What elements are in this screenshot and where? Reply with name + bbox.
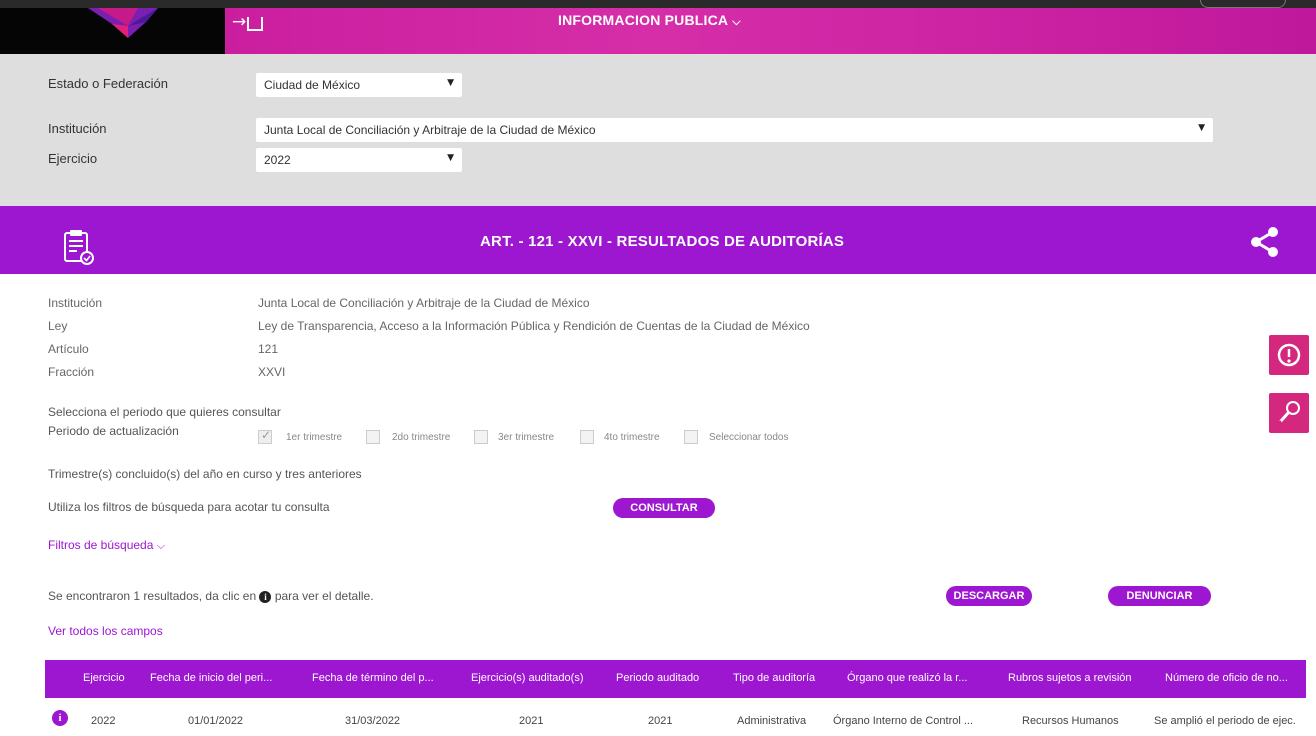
periodo-label: Periodo de actualización (48, 424, 179, 438)
info-ley-label: Ley (48, 319, 68, 333)
info-fraccion-value: XXVI (258, 365, 286, 379)
institucion-select[interactable]: Junta Local de Conciliación y Arbitraje … (256, 118, 1213, 142)
wrench-icon (1278, 401, 1300, 424)
td-fecha-inicio: 01/01/2022 (188, 715, 244, 727)
caret-down-icon: ▼ (447, 78, 454, 88)
th-fecha-termino[interactable]: Fecha de término del p... (312, 672, 434, 684)
consultar-button[interactable]: CONSULTAR (613, 498, 715, 518)
ejercicio-select[interactable]: 2022 ▼ (256, 148, 462, 172)
results-count: Se encontraron 1 resultados, da clic en … (48, 589, 374, 603)
label-4to-trimestre: 4to trimestre (604, 432, 660, 443)
top-pill (1200, 0, 1286, 8)
checkbox-1er-trimestre[interactable]: ✓ (258, 428, 272, 444)
td-rubros: Recursos Humanos (1022, 715, 1119, 727)
periodo-note: Trimestre(s) concluido(s) del año en cur… (48, 467, 362, 481)
th-ejercicios-auditados[interactable]: Ejercicio(s) auditado(s) (471, 672, 583, 684)
filtros-busqueda-label: Filtros de búsqueda (48, 538, 154, 552)
th-rubros[interactable]: Rubros sujetos a revisión (1008, 672, 1132, 684)
table-header: Ejercicio Fecha de inicio del peri... Fe… (45, 660, 1306, 698)
clipboard-icon (64, 230, 94, 265)
estado-label: Estado o Federación (48, 76, 168, 91)
login-icon[interactable]: → (232, 12, 264, 32)
info-institucion-label: Institución (48, 296, 103, 310)
label-2do-trimestre: 2do trimestre (392, 432, 451, 443)
info-articulo-label: Artículo (48, 342, 89, 356)
institucion-select-value: Junta Local de Conciliación y Arbitraje … (264, 123, 596, 137)
info-articulo-value: 121 (258, 342, 279, 356)
td-ejercicios-auditados: 2021 (519, 715, 544, 727)
td-periodo-auditado: 2021 (648, 715, 673, 727)
nav-informacion-publica[interactable]: INFORMACION PUBLICA ⌵ (558, 12, 741, 29)
denunciar-button[interactable]: DENUNCIAR (1108, 586, 1211, 606)
th-organo[interactable]: Órgano que realizó la r... (847, 672, 967, 684)
th-periodo-auditado[interactable]: Periodo auditado (616, 672, 699, 684)
checkbox-3er-trimestre[interactable] (474, 430, 488, 444)
search-hint: Utiliza los filtros de búsqueda para aco… (48, 500, 330, 514)
share-icon[interactable] (1250, 226, 1280, 258)
td-organo: Órgano Interno de Control ... (833, 715, 974, 727)
th-numero-oficio[interactable]: Número de oficio de no... (1165, 672, 1288, 684)
label-seleccionar-todos: Seleccionar todos (709, 432, 789, 443)
results-text-before: Se encontraron 1 resultados, da clic en (48, 589, 257, 603)
section-band: ART. - 121 - XXVI - RESULTADOS DE AUDITO… (0, 206, 1316, 274)
filtros-busqueda-link[interactable]: Filtros de búsqueda ⌵ (48, 538, 165, 553)
label-3er-trimestre: 3er trimestre (498, 432, 555, 443)
descargar-button[interactable]: DESCARGAR (946, 586, 1032, 606)
info-institucion-value: Junta Local de Conciliación y Arbitraje … (258, 296, 590, 310)
td-numero-oficio: Se amplió el periodo de ejec. (1154, 715, 1296, 727)
estado-select-value: Ciudad de México (264, 78, 361, 92)
info-icon: i (259, 590, 272, 603)
logo[interactable] (0, 8, 225, 54)
periodo-instruction: Selecciona el periodo que quieres consul… (48, 405, 281, 419)
checkbox-seleccionar-todos[interactable] (684, 430, 698, 444)
row-info-icon[interactable]: i (52, 710, 68, 726)
caret-down-icon: ▼ (447, 153, 454, 163)
chevron-down-icon: ⌵ (156, 539, 166, 552)
label-1er-trimestre: 1er trimestre (286, 432, 343, 443)
alert-icon (1277, 343, 1301, 367)
th-fecha-inicio[interactable]: Fecha de inicio del peri... (150, 672, 272, 684)
info-fraccion-label: Fracción (48, 365, 95, 379)
th-ejercicio[interactable]: Ejercicio (83, 672, 125, 684)
browser-top-strip (0, 0, 1316, 8)
caret-down-icon: ▼ (1198, 123, 1205, 133)
th-tipo-auditoria[interactable]: Tipo de auditoría (733, 672, 815, 684)
check-icon: ✓ (261, 428, 272, 442)
td-ejercicio: 2022 (91, 715, 116, 727)
ejercicio-label: Ejercicio (48, 151, 98, 166)
checkbox-2do-trimestre[interactable] (366, 430, 380, 444)
chevron-down-icon: ⌵ (732, 15, 741, 28)
checkbox-4to-trimestre[interactable] (580, 430, 594, 444)
alert-button[interactable] (1269, 335, 1309, 375)
td-fecha-termino: 31/03/2022 (345, 715, 401, 727)
tools-button[interactable] (1269, 393, 1309, 433)
ver-todos-campos-link[interactable]: Ver todos los campos (48, 624, 163, 638)
section-title: ART. - 121 - XXVI - RESULTADOS DE AUDITO… (480, 233, 845, 250)
td-tipo-auditoria: Administrativa (737, 715, 807, 727)
institucion-label: Institución (48, 121, 107, 136)
estado-select[interactable]: Ciudad de México ▼ (256, 73, 462, 97)
ejercicio-select-value: 2022 (264, 153, 291, 167)
info-ley-value: Ley de Transparencia, Acceso a la Inform… (258, 319, 810, 333)
results-text-after: para ver el detalle. (274, 589, 374, 603)
